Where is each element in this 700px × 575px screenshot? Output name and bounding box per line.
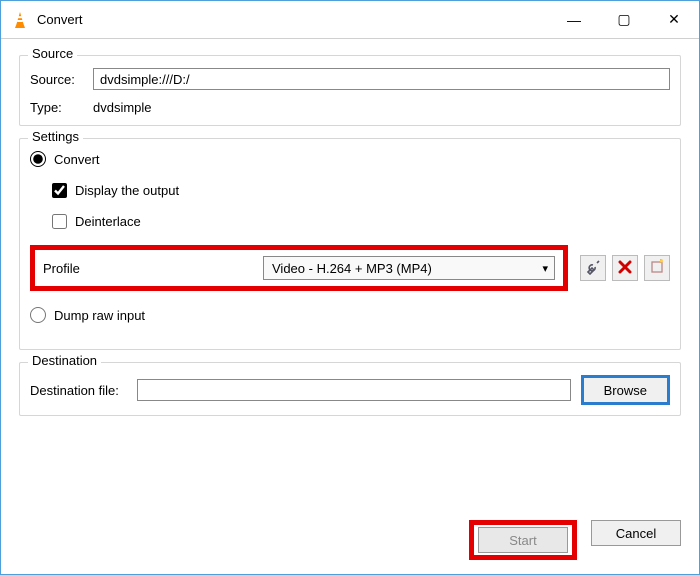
profile-edit-button[interactable]: [580, 255, 606, 281]
destination-file-input[interactable]: [137, 379, 571, 401]
window-controls: — ▢ ✕: [549, 2, 699, 38]
dialog-actions: Start Cancel: [1, 510, 699, 574]
display-output-label: Display the output: [75, 183, 179, 198]
new-profile-icon: [650, 259, 665, 277]
dump-raw-label: Dump raw input: [54, 308, 145, 323]
vlc-icon: [11, 11, 29, 29]
cancel-button[interactable]: Cancel: [591, 520, 681, 546]
settings-group: Settings Convert Display the output Dein…: [19, 138, 681, 350]
start-highlight: Start: [469, 520, 577, 560]
type-value: dvdsimple: [93, 100, 152, 115]
source-group: Source Source: Type: dvdsimple: [19, 55, 681, 126]
profile-combobox[interactable]: Video - H.264 + MP3 (MP4): [263, 256, 555, 280]
dump-raw-radio[interactable]: [30, 307, 46, 323]
source-legend: Source: [28, 46, 77, 61]
settings-legend: Settings: [28, 129, 83, 144]
destination-file-label: Destination file:: [30, 383, 119, 398]
start-button[interactable]: Start: [478, 527, 568, 553]
convert-label: Convert: [54, 152, 100, 167]
destination-group: Destination Destination file: Browse: [19, 362, 681, 416]
deinterlace-label: Deinterlace: [75, 214, 141, 229]
close-button[interactable]: ✕: [649, 2, 699, 38]
convert-radio[interactable]: [30, 151, 46, 167]
browse-button[interactable]: Browse: [583, 377, 668, 403]
type-label: Type:: [30, 100, 85, 115]
window-title: Convert: [37, 12, 549, 27]
display-output-checkbox[interactable]: [52, 183, 67, 198]
profile-delete-button[interactable]: [612, 255, 638, 281]
profile-highlight: Profile Video - H.264 + MP3 (MP4): [30, 245, 568, 291]
browse-highlight: Browse: [581, 375, 670, 405]
wrench-icon: [585, 259, 601, 278]
minimize-button[interactable]: —: [549, 2, 599, 38]
profile-new-button[interactable]: [644, 255, 670, 281]
content-area: Source Source: Type: dvdsimple Settings …: [1, 39, 699, 510]
maximize-button[interactable]: ▢: [599, 2, 649, 38]
delete-x-icon: [618, 260, 632, 277]
destination-legend: Destination: [28, 353, 101, 368]
source-input[interactable]: [93, 68, 670, 90]
profile-label: Profile: [43, 261, 263, 276]
source-label: Source:: [30, 72, 85, 87]
titlebar: Convert — ▢ ✕: [1, 1, 699, 39]
convert-dialog: Convert — ▢ ✕ Source Source: Type: dvdsi…: [0, 0, 700, 575]
profile-value: Video - H.264 + MP3 (MP4): [272, 261, 432, 276]
deinterlace-checkbox[interactable]: [52, 214, 67, 229]
